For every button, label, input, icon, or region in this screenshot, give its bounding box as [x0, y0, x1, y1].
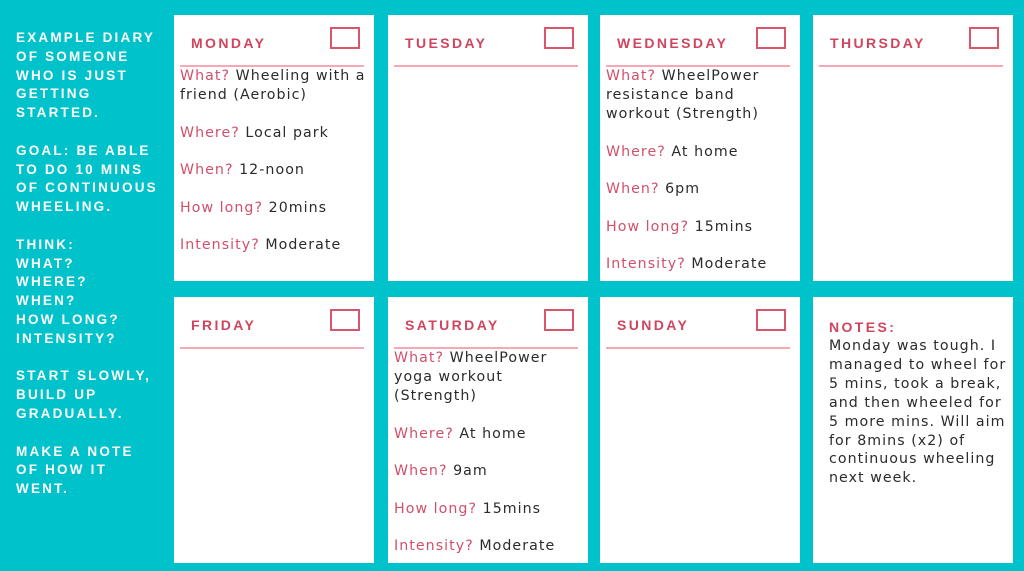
label-when: When? — [394, 463, 448, 479]
day-title: TUESDAY — [405, 35, 488, 51]
entry-what: What? WheelPower yoga workout (Strength) — [394, 349, 584, 406]
entries: What? WheelPower resistance band workout… — [606, 67, 796, 293]
entries: What? Wheeling with a friend (Aerobic) W… — [180, 67, 370, 274]
value-how-long: 20mins — [268, 199, 328, 216]
value-when: 9am — [453, 463, 488, 479]
card-header: TUESDAY — [394, 15, 578, 67]
notes-title: NOTES: — [829, 319, 897, 335]
label-when: When? — [606, 181, 660, 197]
think-text: THINK: WHAT? WHERE? WHEN? HOW LONG? INTE… — [16, 236, 120, 346]
day-card-tuesday: TUESDAY — [388, 15, 588, 281]
label-intensity: Intensity? — [394, 538, 474, 554]
label-what: What? — [394, 350, 445, 366]
value-intensity: Moderate — [265, 237, 342, 253]
completion-checkbox[interactable] — [330, 309, 360, 331]
card-header: SATURDAY — [394, 297, 578, 349]
label-where: Where? — [180, 124, 240, 141]
entry-where: Where? At home — [606, 143, 796, 162]
completion-checkbox[interactable] — [544, 27, 574, 49]
label-what: What? — [180, 68, 231, 84]
label-how-long: How long? — [180, 199, 264, 216]
entry-when: When? 12-noon — [180, 161, 370, 180]
value-where: At home — [671, 143, 739, 160]
completion-checkbox[interactable] — [544, 309, 574, 331]
notes-body: Monday was tough. I managed to wheel for… — [829, 338, 1007, 487]
card-header: MONDAY — [180, 15, 364, 67]
value-intensity: Moderate — [691, 256, 768, 272]
intro-text: EXAMPLE DIARY OF SOMEONE WHO IS JUST GET… — [16, 30, 156, 121]
label-what: What? — [606, 68, 657, 84]
day-title: WEDNESDAY — [617, 35, 729, 51]
value-how-long: 15mins — [694, 218, 754, 235]
completion-checkbox[interactable] — [330, 27, 360, 49]
card-header: THURSDAY — [819, 15, 1003, 67]
entry-how-long: How long? 15mins — [606, 218, 796, 237]
label-how-long: How long? — [394, 500, 478, 517]
value-when: 12-noon — [239, 162, 305, 178]
value-how-long: 15mins — [482, 500, 542, 517]
entry-how-long: How long? 15mins — [394, 500, 584, 519]
entry-how-long: How long? 20mins — [180, 199, 370, 218]
day-title: SUNDAY — [617, 317, 690, 333]
completion-checkbox[interactable] — [756, 27, 786, 49]
day-card-thursday: THURSDAY — [813, 15, 1013, 281]
day-card-monday: MONDAY What? Wheeling with a friend (Aer… — [174, 15, 374, 281]
label-where: Where? — [606, 143, 666, 160]
value-when: 6pm — [665, 181, 701, 197]
day-title: MONDAY — [191, 35, 267, 51]
card-header: FRIDAY — [180, 297, 364, 349]
day-title: FRIDAY — [191, 317, 257, 333]
entry-when: When? 6pm — [606, 180, 796, 199]
label-when: When? — [180, 162, 234, 178]
entry-where: Where? Local park — [180, 124, 370, 143]
entry-where: Where? At home — [394, 425, 584, 444]
value-where: At home — [459, 425, 527, 442]
label-how-long: How long? — [606, 218, 690, 235]
completion-checkbox[interactable] — [969, 27, 999, 49]
entry-intensity: Intensity? Moderate — [606, 255, 796, 274]
entry-when: When? 9am — [394, 462, 584, 481]
entry-what: What? WheelPower resistance band workout… — [606, 67, 796, 124]
day-title: SATURDAY — [405, 317, 500, 333]
value-intensity: Moderate — [479, 538, 556, 554]
entries: What? WheelPower yoga workout (Strength)… — [394, 349, 584, 571]
value-where: Local park — [245, 124, 329, 141]
day-card-saturday: SATURDAY What? WheelPower yoga workout (… — [388, 297, 588, 563]
label-where: Where? — [394, 425, 454, 442]
card-header: SUNDAY — [606, 297, 790, 349]
label-intensity: Intensity? — [180, 237, 260, 253]
entry-intensity: Intensity? Moderate — [394, 537, 584, 556]
label-intensity: Intensity? — [606, 256, 686, 272]
day-card-friday: FRIDAY — [174, 297, 374, 563]
entry-what: What? Wheeling with a friend (Aerobic) — [180, 67, 370, 105]
instructions-sidebar: EXAMPLE DIARY OF SOMEONE WHO IS JUST GET… — [16, 29, 166, 518]
day-card-wednesday: WEDNESDAY What? WheelPower resistance ba… — [600, 15, 800, 281]
day-title: THURSDAY — [830, 35, 926, 51]
make-note-text: MAKE A NOTE OF HOW IT WENT. — [16, 443, 134, 497]
start-slowly-text: START SLOWLY, BUILD UP GRADUALLY. — [16, 368, 152, 421]
goal-text: GOAL: BE ABLE TO DO 10 MINS OF CONTINUOU… — [16, 142, 158, 215]
card-header: WEDNESDAY — [606, 15, 790, 67]
completion-checkbox[interactable] — [756, 309, 786, 331]
notes-card: NOTES: Monday was tough. I managed to wh… — [813, 297, 1013, 563]
entry-intensity: Intensity? Moderate — [180, 236, 370, 255]
day-card-sunday: SUNDAY — [600, 297, 800, 563]
